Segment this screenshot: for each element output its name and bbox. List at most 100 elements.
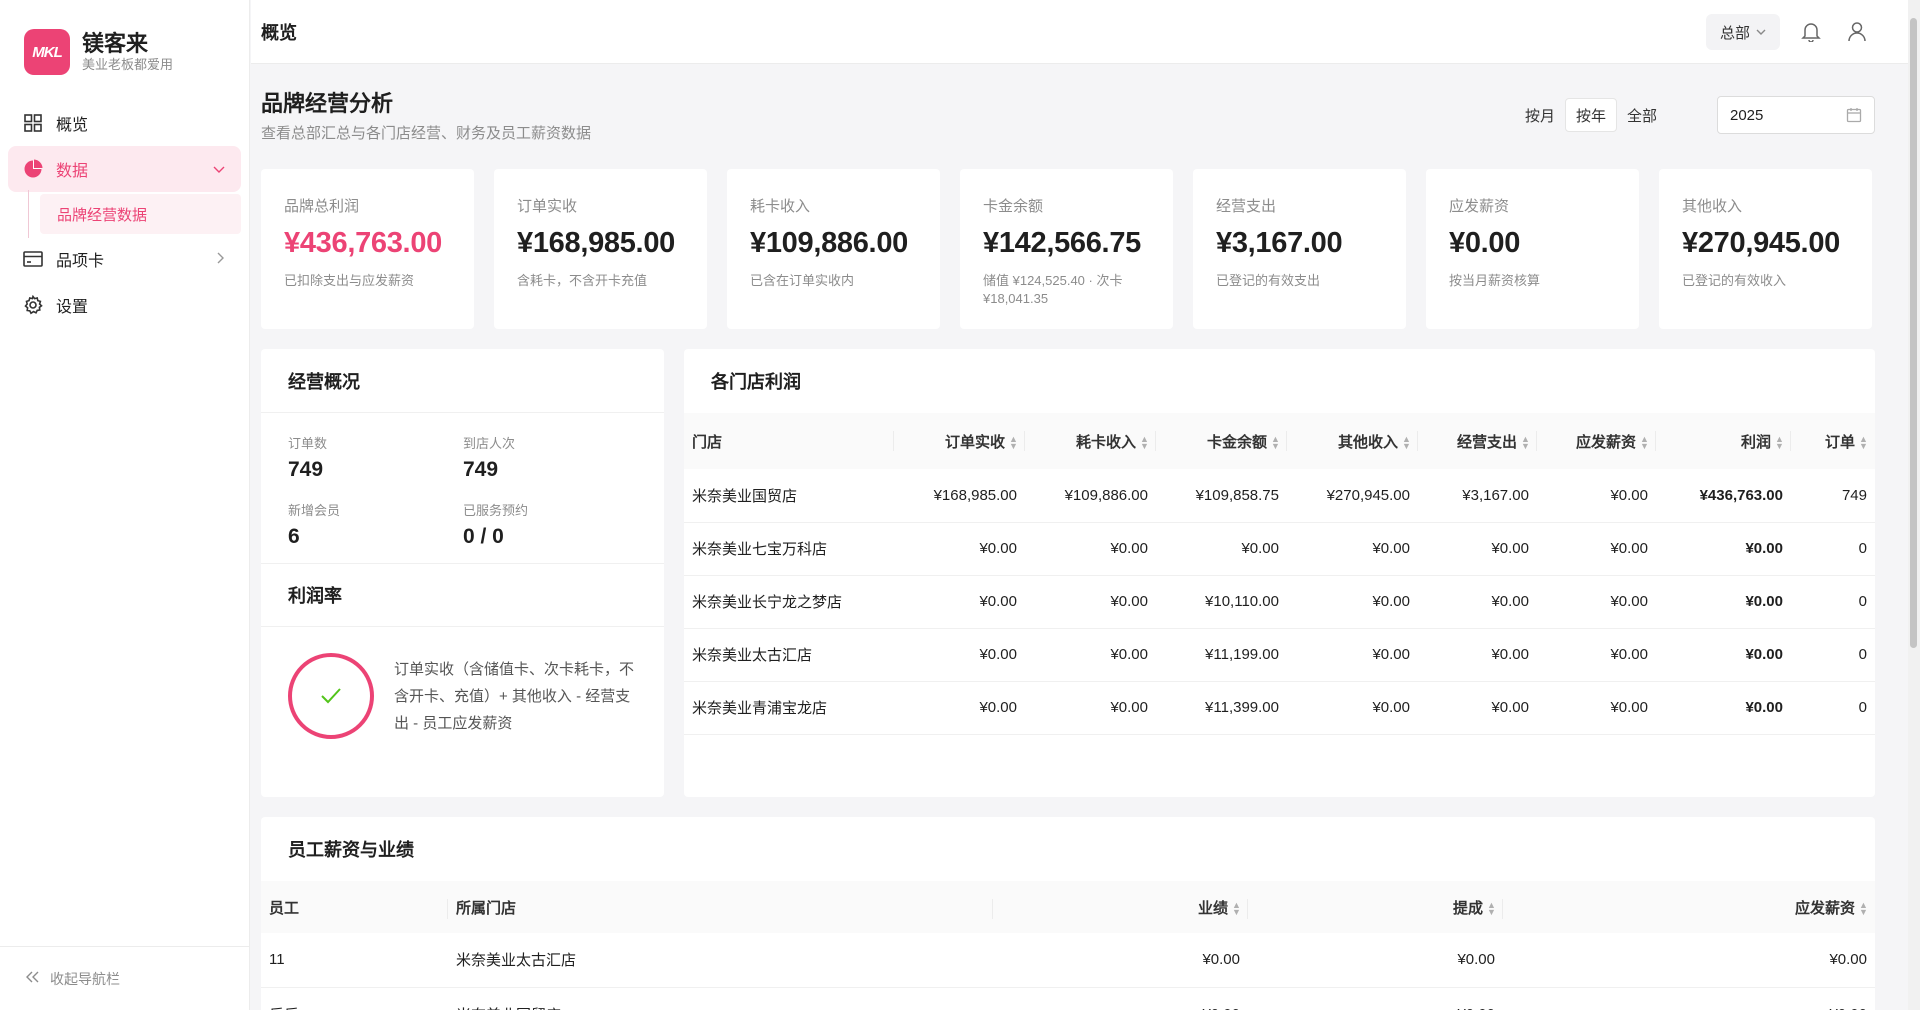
cell-commission: ¥0.00 xyxy=(1248,987,1503,1010)
calendar-icon xyxy=(1846,107,1862,123)
cell-salary: ¥0.00 xyxy=(1537,681,1656,735)
stat-card-order-income: 订单实收 ¥168,985.00 含耗卡，不含开卡充值 xyxy=(494,169,707,329)
column-header-salary[interactable]: 应发薪资 ▲ ▼ xyxy=(1537,413,1656,469)
cell-store: 米奈美业国贸店 xyxy=(448,987,993,1010)
period-all[interactable]: 全部 xyxy=(1617,98,1667,132)
sidebar-item-settings[interactable]: 设置 xyxy=(8,282,241,328)
stat-value: ¥142,566.75 xyxy=(983,227,1141,259)
table-row: 米奈美业国贸店 ¥168,985.00 ¥109,886.00 ¥109,858… xyxy=(684,469,1875,523)
sidebar-subitem-brand-data[interactable]: 品牌经营数据 xyxy=(28,190,241,238)
cell-profit: ¥0.00 xyxy=(1656,628,1791,682)
user-icon[interactable] xyxy=(1846,20,1870,44)
stat-note: 已含在订单实收内 xyxy=(750,273,855,288)
cell-commission: ¥0.00 xyxy=(1248,933,1503,988)
cell-orders: 0 xyxy=(1791,575,1875,629)
cell-other-income: ¥0.00 xyxy=(1287,575,1418,629)
metric-value: 749 xyxy=(463,458,499,481)
cell-salary: ¥0.00 xyxy=(1503,933,1875,988)
sidebar-item-label: 概览 xyxy=(56,117,89,134)
table-header-row: 员工 所属门店 业绩 ▲ ▼ 提成 ▲ ▼ 应发薪资 ▲ ▼ xyxy=(261,881,1875,933)
column-header-commission[interactable]: 提成 ▲ ▼ xyxy=(1248,881,1503,933)
column-header-card-balance[interactable]: 卡金余额 ▲ ▼ xyxy=(1156,413,1287,469)
brand-logo: MKL xyxy=(24,29,70,75)
topbar-title: 概览 xyxy=(261,22,297,43)
cell-orders: 0 xyxy=(1791,681,1875,735)
store-profit-title: 各门店利润 xyxy=(711,372,801,392)
cell-staff: 乐乐 xyxy=(261,987,448,1010)
cell-orders: 749 xyxy=(1791,469,1875,523)
column-header-order-income[interactable]: 订单实收 ▲ ▼ xyxy=(894,413,1025,469)
org-select[interactable]: 总部 xyxy=(1705,14,1780,50)
period-month[interactable]: 按月 xyxy=(1515,98,1565,132)
cell-orders: 0 xyxy=(1791,628,1875,682)
cell-performance: ¥0.00 xyxy=(993,933,1248,988)
column-header-card-consumption[interactable]: 耗卡收入 ▲ ▼ xyxy=(1025,413,1156,469)
cell-card-balance: ¥11,199.00 xyxy=(1156,628,1287,682)
cell-other-income: ¥270,945.00 xyxy=(1287,469,1418,523)
sidebar-item-data[interactable]: 数据 xyxy=(8,146,241,192)
brand-slogan: 美业老板都爱用 xyxy=(82,57,174,72)
overview-metrics: 订单数 749 到店人次 749 新增会员 6 已服务预约 0 / 0 xyxy=(261,413,664,563)
stat-label: 品牌总利润 xyxy=(284,198,360,215)
analysis-row: 经营概况 订单数 749 到店人次 749 新增会员 6 已服务预约 0 / 0 xyxy=(261,349,1875,797)
table-row: 米奈美业七宝万科店 ¥0.00 ¥0.00 ¥0.00 ¥0.00 ¥0.00 … xyxy=(684,522,1875,576)
sort-icon: ▲ ▼ xyxy=(1859,433,1868,451)
sort-icon: ▲ ▼ xyxy=(1775,433,1784,451)
cell-card-consumption: ¥0.00 xyxy=(1025,522,1156,576)
cell-expenses: ¥0.00 xyxy=(1418,522,1537,576)
column-header-store: 门店 xyxy=(684,413,894,469)
stat-note: 已登记的有效支出 xyxy=(1216,273,1321,288)
cell-expenses: ¥0.00 xyxy=(1418,575,1537,629)
column-header-performance[interactable]: 业绩 ▲ ▼ xyxy=(993,881,1248,933)
column-header-other-income[interactable]: 其他收入 ▲ ▼ xyxy=(1287,413,1418,469)
bell-icon[interactable] xyxy=(1800,20,1824,44)
sort-icon: ▲ ▼ xyxy=(1140,433,1149,451)
profit-rate-title: 利润率 xyxy=(261,563,664,627)
year-value: 2025 xyxy=(1730,106,1764,124)
cell-expenses: ¥0.00 xyxy=(1418,628,1537,682)
collapse-sidebar-button[interactable]: 收起导航栏 xyxy=(0,946,249,1010)
period-year[interactable]: 按年 xyxy=(1564,98,1617,132)
chevron-right-icon xyxy=(217,252,225,267)
column-header-salary[interactable]: 应发薪资 ▲ ▼ xyxy=(1503,881,1875,933)
profit-rate-body: 订单实收（含储值卡、次卡耗卡，不含开卡、充值）+ 其他收入 - 经营支出 - 员… xyxy=(261,627,664,765)
staff-panel: 员工薪资与业绩 员工 所属门店 业绩 ▲ ▼ 提成 ▲ ▼ 应发薪资 ▲ ▼ 11 米奈美业… xyxy=(261,817,1875,1010)
brand[interactable]: MKL 镁客来 美业老板都爱用 xyxy=(0,0,249,80)
stat-card-card-consumption: 耗卡收入 ¥109,886.00 已含在订单实收内 xyxy=(727,169,940,329)
cell-expenses: ¥0.00 xyxy=(1418,681,1537,735)
cell-other-income: ¥0.00 xyxy=(1287,681,1418,735)
stat-label: 订单实收 xyxy=(517,198,578,215)
stat-card-expenses: 经营支出 ¥3,167.00 已登记的有效支出 xyxy=(1193,169,1406,329)
cell-profit: ¥0.00 xyxy=(1656,522,1791,576)
topbar: 概览 总部 xyxy=(251,0,1920,64)
table-row: 米奈美业长宁龙之梦店 ¥0.00 ¥0.00 ¥10,110.00 ¥0.00 … xyxy=(684,575,1875,629)
year-picker[interactable]: 2025 xyxy=(1717,96,1875,134)
stat-value: ¥3,167.00 xyxy=(1216,227,1343,259)
page-scrollbar[interactable] xyxy=(1908,0,1920,1010)
profit-rate-formula: 订单实收（含储值卡、次卡耗卡，不含开卡、充值）+ 其他收入 - 经营支出 - 员… xyxy=(394,660,635,732)
cell-card-balance: ¥0.00 xyxy=(1156,522,1287,576)
grid-icon xyxy=(22,112,44,134)
cell-profit: ¥436,763.00 xyxy=(1656,469,1791,523)
scrollbar-thumb[interactable] xyxy=(1910,18,1917,648)
sidebar-item-cards[interactable]: 品项卡 xyxy=(8,236,241,282)
cell-order-income: ¥0.00 xyxy=(894,522,1025,576)
column-header-expenses[interactable]: 经营支出 ▲ ▼ xyxy=(1418,413,1537,469)
sidebar-nav: 概览 数据 品牌经营数据 品项卡 设置 xyxy=(0,100,249,328)
sort-icon: ▲ ▼ xyxy=(1009,433,1018,451)
sidebar-item-overview[interactable]: 概览 xyxy=(8,100,241,146)
stat-label: 其他收入 xyxy=(1682,198,1743,215)
stat-card-salary: 应发薪资 ¥0.00 按当月薪资核算 xyxy=(1426,169,1639,329)
stat-note: 已扣除支出与应发薪资 xyxy=(284,273,415,288)
cell-salary: ¥0.00 xyxy=(1537,522,1656,576)
cell-card-consumption: ¥0.00 xyxy=(1025,628,1156,682)
column-header-orders[interactable]: 订单 ▲ ▼ xyxy=(1791,413,1875,469)
metric-label: 新增会员 xyxy=(288,503,341,518)
stat-value: ¥0.00 xyxy=(1449,227,1521,259)
column-header-staff: 员工 xyxy=(261,881,448,933)
cell-store: 米奈美业青浦宝龙店 xyxy=(684,681,894,735)
stat-label: 卡金余额 xyxy=(983,198,1044,215)
store-profit-table: 门店 订单实收 ▲ ▼ 耗卡收入 ▲ ▼ 卡金余额 ▲ ▼ 其他收入 ▲ ▼ 经营支出 ▲ ▼ 应发… xyxy=(684,413,1875,735)
sort-icon: ▲ ▼ xyxy=(1521,433,1530,451)
column-header-profit[interactable]: 利润 ▲ ▼ xyxy=(1656,413,1791,469)
